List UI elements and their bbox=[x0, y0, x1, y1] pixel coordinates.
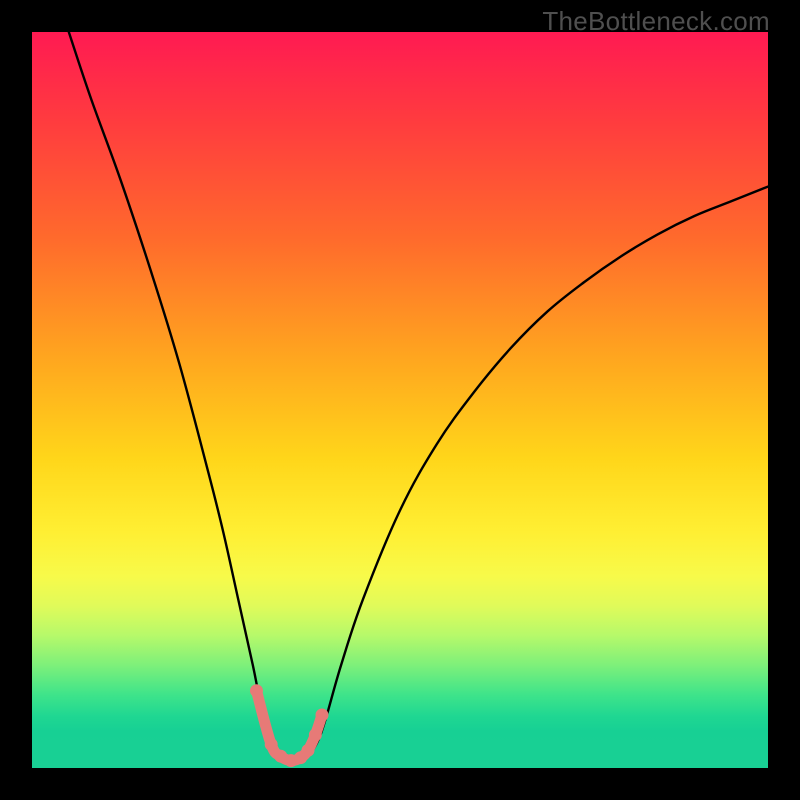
marker-dot bbox=[265, 738, 278, 751]
chart-frame: TheBottleneck.com bbox=[0, 0, 800, 800]
bottleneck-curve bbox=[69, 32, 768, 761]
chart-svg bbox=[32, 32, 768, 768]
marker-dot bbox=[309, 728, 322, 741]
marker-dot bbox=[316, 709, 329, 722]
marker-dot bbox=[302, 744, 315, 757]
plot-area bbox=[32, 32, 768, 768]
marker-dot bbox=[250, 684, 263, 697]
